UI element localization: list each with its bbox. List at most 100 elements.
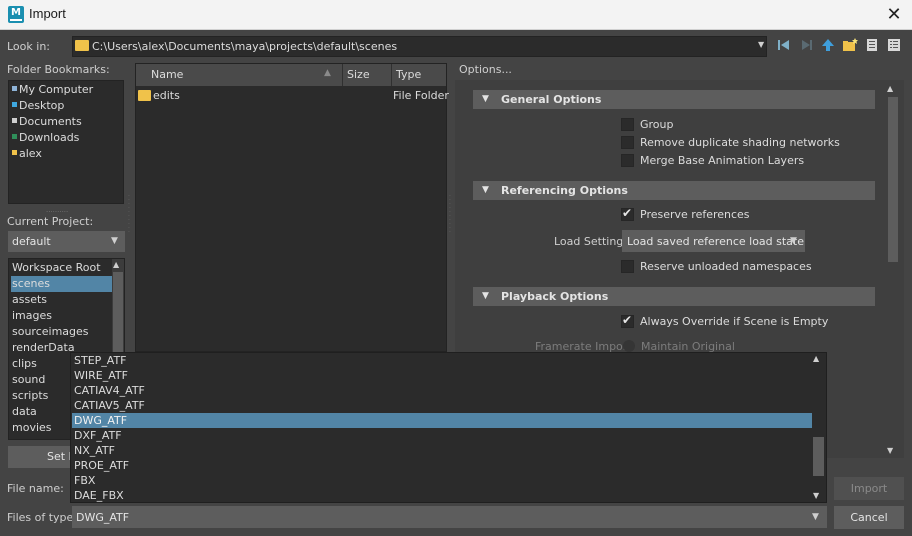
project-item-sourceimages[interactable]: sourceimages [11,324,113,340]
project-item-images[interactable]: images [11,308,113,324]
column-divider[interactable] [342,64,343,86]
column-divider[interactable] [391,64,392,86]
remove-duplicate-label: Remove duplicate shading networks [640,136,840,149]
cancel-button[interactable]: Cancel [834,506,904,529]
list-item: movies [12,421,52,434]
bookmark-my-computer[interactable]: My Computer [12,82,93,98]
chevron-down-icon[interactable]: ▼ [790,236,797,246]
bookmark-label: Downloads [19,131,80,144]
list-item: scripts [12,389,49,402]
playback-options-header[interactable]: ▼ Playback Options [473,287,875,306]
list-item: scenes [12,277,51,290]
project-item-workspace-root[interactable]: Workspace Root [11,260,113,276]
list-item: Workspace Root [12,261,101,274]
always-override-label: Always Override if Scene is Empty [640,315,829,328]
scroll-down-icon[interactable]: ▼ [887,446,893,455]
framerate-radio[interactable] [623,340,635,352]
collapse-triangle-icon: ▼ [482,185,489,195]
scrollbar-thumb[interactable] [113,272,123,352]
reserve-namespaces-label: Reserve unloaded namespaces [640,260,812,273]
dropdown-scrollbar[interactable] [812,353,825,502]
look-in-path[interactable]: C:\Users\alex\Documents\maya\projects\de… [92,40,397,53]
list-item: clips [12,357,37,370]
column-size[interactable]: Size [347,68,370,81]
close-icon[interactable]: ✕ [886,4,901,25]
files-of-type-combo[interactable] [72,506,827,528]
remove-duplicate-checkbox[interactable] [621,136,634,149]
scroll-down-icon[interactable]: ▼ [813,491,819,500]
column-type[interactable]: Type [396,68,421,81]
file-type-option-selected[interactable]: DWG_ATF [72,413,812,428]
column-name[interactable]: Name [151,68,183,81]
look-in-label: Look in: [7,40,50,53]
group-checkbox[interactable] [621,118,634,131]
referencing-options-header[interactable]: ▼ Referencing Options [473,181,875,200]
file-type-option[interactable]: WIRE_ATF [72,368,812,383]
current-project-label: Current Project: [7,215,94,228]
close-button[interactable]: ✕ [880,3,908,27]
scrollbar-thumb[interactable] [888,97,898,262]
list-item: sourceimages [12,325,89,338]
splitter-handle[interactable]: ·········· [128,194,131,236]
scroll-up-icon[interactable]: ▲ [813,354,819,363]
list-item: assets [12,293,48,306]
forward-icon[interactable] [797,38,815,56]
project-item-assets[interactable]: assets [11,292,113,308]
splitter-handle[interactable]: ·········· [449,194,452,236]
desktop-icon [12,102,17,107]
maya-app-icon: M [8,6,24,23]
scroll-up-icon[interactable]: ▲ [113,260,119,269]
file-type-option[interactable]: FBX [72,473,812,488]
file-list [135,63,447,352]
folder-icon [75,40,89,51]
group-label: Group [640,118,674,131]
file-type-option[interactable]: STEP_ATF [72,353,812,368]
bookmark-label: Documents [19,115,82,128]
bookmark-label: Desktop [19,99,65,112]
file-type-option[interactable]: DAE_FBX [72,488,812,503]
new-folder-icon[interactable] [841,38,859,56]
load-settings-label: Load Settings [554,235,630,248]
project-value[interactable]: default [12,235,51,248]
chevron-down-icon[interactable]: ▼ [812,512,819,522]
options-label: Options... [459,63,512,76]
always-override-checkbox[interactable] [621,313,634,328]
merge-base-checkbox[interactable] [621,154,634,167]
chevron-down-icon[interactable]: ▼ [758,40,764,49]
downloads-icon [12,134,17,139]
reserve-namespaces-checkbox[interactable] [621,260,634,273]
chevron-down-icon[interactable]: ▼ [111,236,118,246]
bookmark-documents[interactable]: Documents [12,114,82,130]
section-title: Playback Options [501,290,609,303]
load-settings-value[interactable]: Load saved reference load state [627,235,804,248]
back-icon[interactable] [775,38,793,56]
project-item-scenes[interactable]: scenes [11,276,113,292]
file-type-option[interactable]: PROE_ATF [72,458,812,473]
bookmark-alex[interactable]: alex [12,146,42,162]
bookmark-downloads[interactable]: Downloads [12,130,79,146]
list-item: data [12,405,37,418]
folder-icon [138,90,151,101]
files-of-type-value[interactable]: DWG_ATF [76,511,129,524]
general-options-header[interactable]: ▼ General Options [473,90,875,109]
file-type-option[interactable]: CATIAV5_ATF [72,398,812,413]
scroll-up-icon[interactable]: ▲ [887,84,893,93]
scrollbar-thumb[interactable] [813,437,824,476]
file-type-option[interactable]: DXF_ATF [72,428,812,443]
bookmark-desktop[interactable]: Desktop [12,98,64,114]
computer-icon [12,86,17,91]
detail-view-icon[interactable] [885,38,903,56]
preserve-references-label: Preserve references [640,208,750,221]
preserve-references-checkbox[interactable] [621,206,634,221]
window-title: Import [29,6,66,21]
files-of-type-label: Files of type: [7,511,78,524]
file-type-option[interactable]: NX_ATF [72,443,812,458]
folder-bookmarks-label: Folder Bookmarks: [7,63,110,76]
list-view-icon[interactable] [863,38,881,56]
up-folder-icon[interactable] [819,38,837,56]
collapse-triangle-icon: ▼ [482,94,489,104]
section-title: Referencing Options [501,184,628,197]
import-button[interactable]: Import [834,477,904,500]
file-type-option[interactable]: CATIAV4_ATF [72,383,812,398]
file-row-name[interactable]: edits [153,89,180,102]
